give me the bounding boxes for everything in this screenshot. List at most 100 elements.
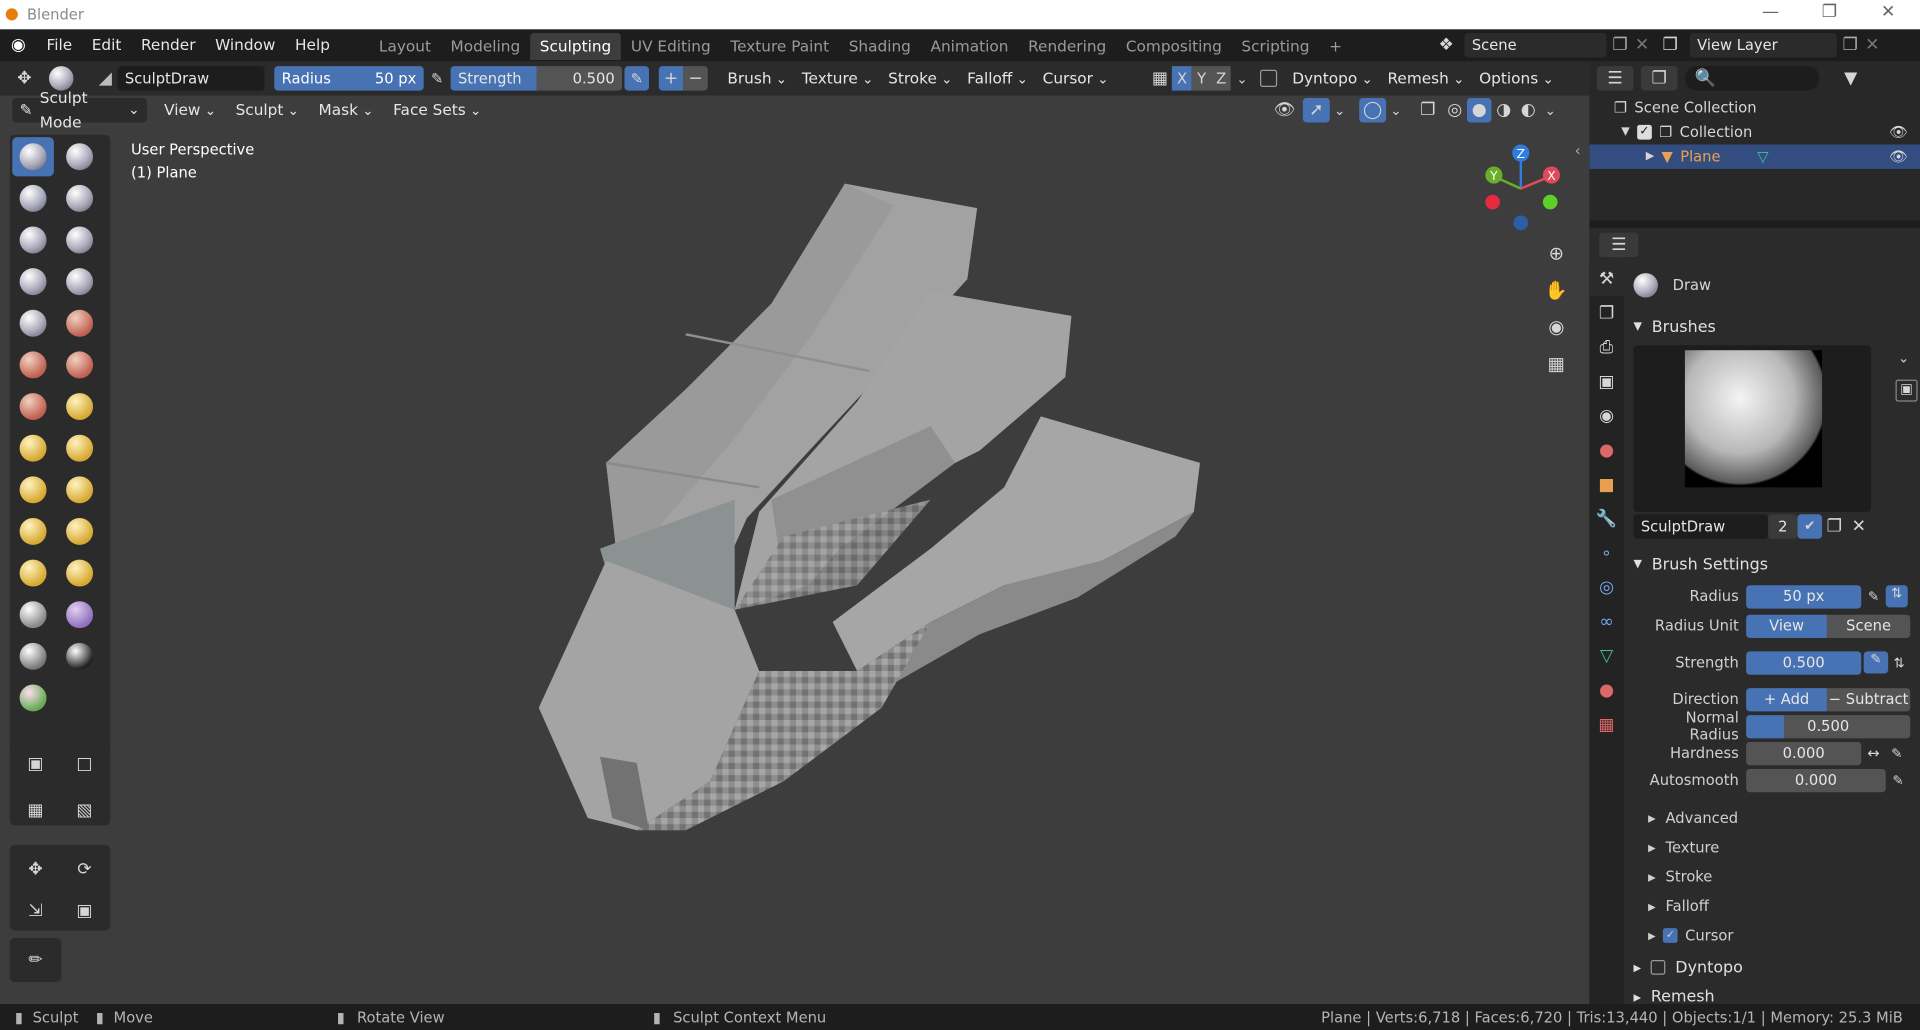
menu-window[interactable]: Window xyxy=(205,29,285,61)
scene-selector[interactable]: Scene xyxy=(1464,33,1607,58)
physics-properties-tab[interactable]: ◎ xyxy=(1589,571,1623,605)
3d-viewport[interactable]: ✎ Sculpt Mode View Sculpt Mask Face Sets… xyxy=(0,88,1590,1005)
autosmooth-pressure-toggle[interactable]: ✎ xyxy=(1886,772,1910,788)
radius-unit-scene[interactable]: Scene xyxy=(1826,614,1911,638)
wireframe-shading-icon[interactable]: ◎ xyxy=(1442,100,1466,120)
tool-clay-strips[interactable] xyxy=(59,179,101,218)
dyntopo-checkbox[interactable] xyxy=(1260,69,1278,87)
tool-flatten[interactable] xyxy=(12,345,54,384)
symmetry-y-toggle[interactable]: Y xyxy=(1191,66,1212,91)
outliner-editor-icon[interactable]: ☰ xyxy=(1596,66,1634,91)
brush-datablock-name[interactable]: SculptDraw xyxy=(1633,514,1769,539)
tool-slide-relax[interactable] xyxy=(12,595,54,634)
hardness-pressure-toggle[interactable]: ✎ xyxy=(1886,745,1908,761)
sidebar-toggle-icon[interactable]: ‹ xyxy=(1575,142,1581,159)
new-scene-icon[interactable]: ❐ xyxy=(1607,36,1634,56)
direction-subtract[interactable]: − Subtract xyxy=(1826,687,1911,711)
tool-draw[interactable] xyxy=(12,137,54,177)
brush-users-count[interactable]: 2 xyxy=(1768,514,1798,539)
pan-hand-icon[interactable]: ✋ xyxy=(1542,279,1571,316)
tool-box-face-set[interactable]: ▦ xyxy=(15,791,57,830)
direction-add-button[interactable]: + xyxy=(658,66,684,91)
tool-simplify[interactable] xyxy=(59,637,101,676)
strength-slider[interactable]: Strength 0.500 xyxy=(450,66,623,91)
viewport-menu-mask[interactable]: Mask xyxy=(309,98,384,122)
tool-crease[interactable] xyxy=(12,304,54,343)
tab-scripting[interactable]: Scripting xyxy=(1232,33,1320,60)
tool-mask[interactable] xyxy=(12,678,54,717)
tool-inflate[interactable] xyxy=(12,262,54,301)
tool-cloth[interactable] xyxy=(12,637,54,676)
world-properties-tab[interactable]: ● xyxy=(1589,433,1623,467)
radius-unit-toggle[interactable]: ⇅ xyxy=(1885,585,1908,608)
normal-radius-field[interactable]: 0.500 xyxy=(1746,714,1911,738)
hardness-invert-icon[interactable]: ↔ xyxy=(1861,744,1885,761)
tool-scrape[interactable] xyxy=(12,387,54,426)
tool-annotate[interactable]: ✏ xyxy=(15,940,57,979)
overlay-toggle-icon[interactable]: ◯ xyxy=(1359,97,1387,123)
brush-image-icon[interactable]: ▣ xyxy=(1895,379,1918,402)
cursor-menu[interactable]: Cursor xyxy=(1035,66,1116,90)
material-shading-icon[interactable]: ◑ xyxy=(1491,100,1515,120)
brush-list-dropdown[interactable]: ⌄ xyxy=(1898,350,1909,366)
hardness-field[interactable]: 0.000 xyxy=(1746,741,1862,765)
tool-properties-tab[interactable]: ⚒ xyxy=(1589,262,1624,297)
particle-properties-tab[interactable]: ∘ xyxy=(1589,536,1623,570)
display-mode-icon[interactable]: ❐ xyxy=(1640,66,1678,91)
gizmo-dropdown[interactable]: ⌄ xyxy=(1330,102,1350,118)
tool-elastic-deform[interactable] xyxy=(12,470,54,509)
symmetry-dropdown[interactable]: ⌄ xyxy=(1231,70,1253,86)
symmetry-z-toggle[interactable]: Z xyxy=(1211,66,1231,91)
outliner-collection[interactable]: ▼ ✓ ❐ Collection 👁 xyxy=(1589,120,1920,144)
tab-rendering[interactable]: Rendering xyxy=(1018,33,1116,60)
tool-grab[interactable] xyxy=(59,429,101,468)
add-workspace-button[interactable]: + xyxy=(1319,33,1351,60)
scene-icon[interactable]: ❖ xyxy=(1428,36,1465,56)
tab-sculpting[interactable]: Sculpting xyxy=(529,33,622,61)
solid-shading-icon[interactable]: ● xyxy=(1466,97,1492,123)
tool-rotate[interactable] xyxy=(59,553,101,592)
tab-texture-paint[interactable]: Texture Paint xyxy=(721,33,839,60)
symmetry-x-toggle[interactable]: X xyxy=(1172,66,1192,91)
strength-unified-toggle[interactable]: ⇅ xyxy=(1888,654,1910,670)
navigation-gizmo[interactable]: Z X Y xyxy=(1477,140,1565,233)
tool-nudge[interactable] xyxy=(12,553,54,592)
minimize-button[interactable]: — xyxy=(1746,2,1795,22)
tab-layout[interactable]: Layout xyxy=(369,33,441,60)
outliner-object-plane[interactable]: ▶ ▼ Plane ▽ 👁 xyxy=(1589,144,1920,169)
cursor-checkbox[interactable]: ✓ xyxy=(1663,928,1678,943)
texture-properties-tab[interactable]: ▦ xyxy=(1589,708,1623,742)
remesh-menu[interactable]: Remesh xyxy=(1380,66,1472,90)
expand-icon[interactable]: ▼ xyxy=(1621,126,1629,138)
viewport-menu-sculpt[interactable]: Sculpt xyxy=(226,98,309,122)
dyntopo-panel-checkbox[interactable] xyxy=(1650,960,1666,975)
grid-perspective-icon[interactable]: ▦ xyxy=(1542,353,1571,390)
subpanel-cursor[interactable]: ▶ ✓ Cursor xyxy=(1648,921,1915,950)
camera-icon[interactable]: ◉ xyxy=(1542,316,1571,353)
delete-scene-icon[interactable]: ✕ xyxy=(1633,36,1650,56)
dyntopo-menu[interactable]: Dyntopo xyxy=(1285,66,1380,90)
mesh-data-icon[interactable]: ▽ xyxy=(1757,148,1768,165)
tool-blob[interactable] xyxy=(59,262,101,301)
object-eye-icon[interactable]: 👁 xyxy=(1889,148,1908,165)
tool-multiplane-scrape[interactable] xyxy=(59,387,101,426)
tab-animation[interactable]: Animation xyxy=(921,33,1019,60)
strength-pressure-toggle[interactable]: ✎ xyxy=(1863,651,1889,674)
overlay-dropdown[interactable]: ⌄ xyxy=(1386,102,1406,118)
view-layer-properties-tab[interactable]: ▣ xyxy=(1589,365,1623,399)
dyntopo-panel-header[interactable]: ▶ Dyntopo xyxy=(1633,953,1915,982)
tool-draw-sharp[interactable] xyxy=(59,137,101,176)
render-properties-tab[interactable]: ❐ xyxy=(1589,296,1623,330)
data-properties-tab[interactable]: ▽ xyxy=(1589,639,1623,673)
tab-uv-editing[interactable]: UV Editing xyxy=(621,33,720,60)
properties-editor-type-icon[interactable]: ☰ xyxy=(1599,232,1639,258)
tool-snake-hook[interactable] xyxy=(59,470,101,509)
close-button[interactable]: ✕ xyxy=(1864,2,1913,22)
radius-slider[interactable]: Radius 50 px xyxy=(274,66,424,91)
visibility-icon[interactable]: 👁 xyxy=(1266,100,1303,120)
zoom-icon[interactable]: ⊕ xyxy=(1542,242,1571,279)
options-menu[interactable]: Options xyxy=(1472,66,1561,90)
tool-scale[interactable]: ⇲ xyxy=(15,891,57,930)
texture-menu[interactable]: Texture xyxy=(794,66,880,90)
unlink-brush-icon[interactable]: ✕ xyxy=(1847,517,1871,537)
